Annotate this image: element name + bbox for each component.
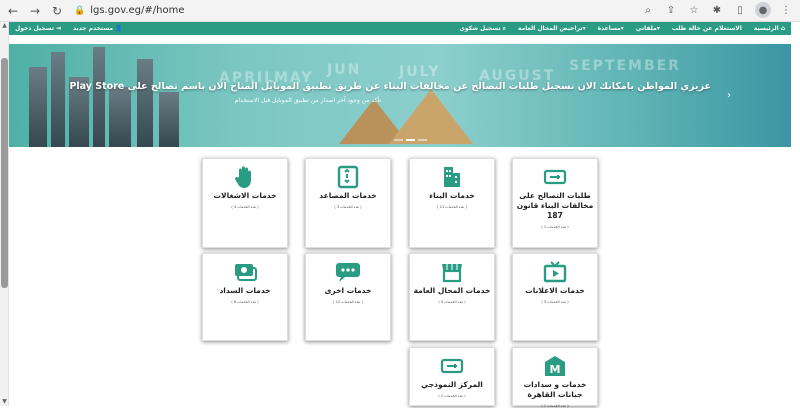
building-icon [410,165,494,189]
right-link-0[interactable]: تسجيل شكوى ⌕ [459,25,506,33]
service-title: خدمات السداد [219,286,271,295]
right-link-1[interactable]: تراخيص المحال العامة▾ [518,25,586,32]
hero-ghost-text: JULY [399,64,441,80]
service-card[interactable]: المركز النموذجي ( عدد الخدمات 1 ) [409,347,495,406]
service-title: خدمات البناء [429,191,475,200]
page-scrollbar[interactable]: ▲ ▼ [0,22,9,406]
service-count: ( عدد الخدمات 6 ) [231,300,259,304]
service-card[interactable]: خدمات الاشغالات ( عدد الخدمات 4 ) [202,158,288,248]
scroll-down-arrow-icon[interactable]: ▼ [0,398,9,406]
back-icon[interactable]: ← [4,2,22,20]
carousel-dot[interactable] [394,139,403,141]
service-count: ( عدد الخدمات 11 ) [437,205,467,209]
service-title: المركز النموذجي [421,380,483,389]
nav-link-label: ملفاتي▾ [635,25,660,32]
right-link-3[interactable]: ملفاتي▾ [636,25,660,32]
service-card[interactable]: طلبات التصالح على مخالفات البناء قانون 1… [512,158,598,248]
hero-ghost-text: JUN [327,62,362,78]
home-icon: ⌂ [780,25,785,32]
address-bar[interactable]: 🔒 lgs.gov.eg/#/home [74,3,634,19]
url-text: lgs.gov.eg/#/home [90,5,185,16]
carousel-dots [394,139,427,141]
service-count: ( عدد الخدمات 4 ) [438,300,466,304]
nav-link-label: الاستعلام عن حالة طلب [671,25,742,32]
m-building-icon: M [513,354,597,378]
ticket-icon [410,354,494,378]
service-card[interactable]: خدمات اخرى ( عدد الخدمات 12 ) [305,253,391,341]
service-card[interactable]: خدمات الاعلانات ( عدد الخدمات 3 ) [512,253,598,341]
menu-kebab-icon[interactable]: ⋮ [778,2,794,18]
profile-avatar-icon[interactable]: ● [755,2,771,18]
forward-icon[interactable]: → [26,2,44,20]
svg-text:M: M [550,363,561,376]
ticket-icon [513,165,597,189]
service-card[interactable]: خدمات المصاعد ( عدد الخدمات 3 ) [305,158,391,248]
side-panel-icon[interactable]: ▯ [732,2,748,18]
next-slide-icon[interactable]: › [727,90,731,101]
service-title: خدمات اخرى [324,286,372,295]
shop-icon [410,260,494,284]
site-navbar: تسجيل دخول ⇥ مستخدم جديد 👤 تسجيل شكوى ⌕ تراخي… [9,22,791,35]
service-count: ( عدد الخدمات 1 ) [541,225,569,229]
service-title: طلبات التصالح على مخالفات البناء قانون 1… [516,191,594,220]
bookmark-star-icon[interactable]: ☆ [686,2,702,18]
nav-link-label: مساعدة▾ [597,25,624,32]
nav-link-label: تسجيل شكوى [459,25,501,32]
lock-icon[interactable]: 🔒 [74,6,85,16]
service-count: ( عدد الخدمات 1 ) [438,394,466,398]
service-title: خدمات المحال العامة [413,286,491,295]
service-count: ( عدد الخدمات 4 ) [231,205,259,209]
user-icon: 👤 [115,25,123,32]
right-link-4[interactable]: الاستعلام عن حالة طلب [672,25,742,32]
scroll-up-arrow-icon[interactable]: ▲ [0,22,9,30]
extensions-icon[interactable]: ✱ [709,2,725,18]
hero-ghost-text: SEPTEMBER [569,58,681,74]
nav-link-label: الرئيسية [753,25,779,32]
cash-icon [203,260,287,284]
service-count: ( عدد الخدمات 3 ) [334,205,362,209]
hand-icon [203,165,287,189]
service-card[interactable]: M خدمات و سدادات جبانات القاهرة ( عدد الخد… [512,347,598,408]
reload-icon[interactable]: ↻ [48,2,66,20]
right-link-2[interactable]: مساعدة▾ [598,25,624,32]
tv-icon [513,260,597,284]
service-title: خدمات الاشغالات [213,191,277,200]
left-link-0[interactable]: تسجيل دخول ⇥ [15,25,61,32]
left-link-1[interactable]: مستخدم جديد 👤 [73,25,123,32]
search-icon: ⌕ [502,24,506,32]
carousel-dot[interactable] [418,139,427,141]
nav-link-label: تراخيص المحال العامة▾ [517,25,586,32]
service-count: ( عدد الخدمات 1 ) [541,404,569,408]
service-card[interactable]: خدمات المحال العامة ( عدد الخدمات 4 ) [409,253,495,341]
chat-icon [306,260,390,284]
elevator-icon [306,165,390,189]
service-title: خدمات و سدادات جبانات القاهرة [523,380,587,399]
carousel-dot[interactable] [406,139,415,141]
service-title: خدمات المصاعد [319,191,377,200]
scroll-thumb[interactable] [1,58,8,288]
service-card[interactable]: خدمات السداد ( عدد الخدمات 6 ) [202,253,288,341]
hero-title: عزيزي المواطن بامكانك الان تسجيل طلبات ا… [69,81,711,92]
service-count: ( عدد الخدمات 12 ) [333,300,363,304]
city-skyline-image [9,44,189,147]
hero-subtitle: تأكد من وجود آخر اصدار من تطبيق الموبايل… [234,97,381,104]
browser-toolbar: ← → ↻ 🔒 lgs.gov.eg/#/home ⌕ ⇪ ☆ ✱ ▯ ● ⋮ [0,0,800,22]
nav-link-label: مستخدم جديد [72,25,114,32]
hero-banner: APRIL MAY JUN JULY AUGUST SEPTEMBER عزيزي الم… [9,44,791,147]
share-icon[interactable]: ⇪ [663,2,679,18]
service-card[interactable]: خدمات البناء ( عدد الخدمات 11 ) [409,158,495,248]
right-link-5[interactable]: الرئيسية ⌂ [754,25,785,32]
login-icon: ⇥ [55,25,61,32]
zoom-icon[interactable]: ⌕ [640,2,656,18]
nav-link-label: تسجيل دخول [15,25,54,32]
service-count: ( عدد الخدمات 3 ) [541,300,569,304]
service-title: خدمات الاعلانات [525,286,585,295]
